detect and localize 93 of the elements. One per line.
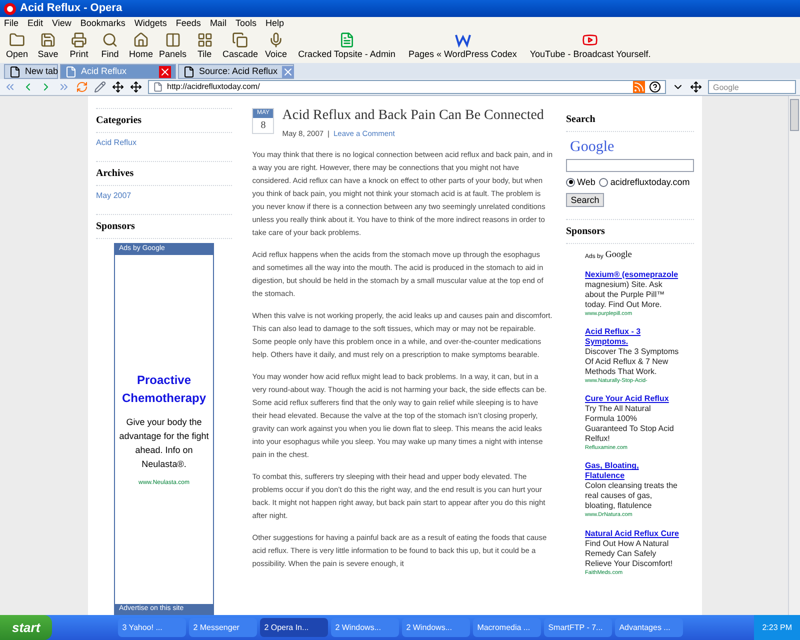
- google-logo: Google: [605, 248, 632, 261]
- toolbar-button[interactable]: Save: [35, 32, 61, 61]
- taskbar-button[interactable]: 2 Messenger: [189, 618, 258, 637]
- section-heading: Sponsors: [96, 214, 232, 239]
- search-icon: [102, 32, 118, 48]
- house-icon: [133, 32, 149, 48]
- start-button[interactable]: start: [0, 615, 52, 640]
- menu-item[interactable]: Bookmarks: [80, 16, 126, 30]
- browser-tab[interactable]: Source: Acid Reflux: [178, 64, 294, 79]
- search-field[interactable]: Google: [708, 80, 796, 94]
- scroll-thumb[interactable]: [790, 99, 799, 131]
- move-icon[interactable]: [130, 81, 142, 93]
- rss-icon[interactable]: [633, 81, 645, 93]
- toolbar-button[interactable]: Print: [66, 32, 92, 61]
- sidebar-link[interactable]: May 2007: [96, 190, 232, 202]
- ad-title[interactable]: Cure Your Acid Reflux: [585, 394, 680, 404]
- taskbar-button[interactable]: 2 Windows...: [402, 618, 470, 637]
- ad-title[interactable]: Natural Acid Reflux Cure: [585, 528, 680, 538]
- menu-item[interactable]: Help: [265, 16, 284, 30]
- close-icon[interactable]: [159, 66, 171, 78]
- browser-tab[interactable]: New tab: [4, 64, 58, 79]
- taskbar-button[interactable]: Macromedia ...: [473, 618, 542, 637]
- fast-forward-icon[interactable]: [58, 81, 70, 93]
- url-text: http://acidrefluxtoday.com/: [167, 81, 261, 93]
- ad-text: Try The All Natural Formula 100% Guaranteed To Stop Acid Relfux!: [585, 404, 675, 444]
- move-icon[interactable]: [112, 81, 124, 93]
- ad-title[interactable]: Nexium® (esomeprazole: [585, 270, 680, 280]
- toolbar-button[interactable]: Open: [4, 32, 30, 61]
- menu-item[interactable]: File: [4, 16, 19, 30]
- menu-item[interactable]: Feeds: [176, 16, 201, 30]
- section-heading: Search: [566, 108, 694, 132]
- pages-icon: [232, 32, 248, 48]
- reload-icon[interactable]: [76, 81, 88, 93]
- section-heading: Archives: [96, 161, 232, 186]
- sidebar-link[interactable]: Acid Reflux: [96, 137, 232, 149]
- page-icon: [9, 66, 21, 78]
- toolbar-button[interactable]: Find: [97, 32, 123, 61]
- move-icon[interactable]: [690, 81, 702, 93]
- folder-icon: [9, 32, 25, 48]
- printer-icon: [71, 32, 87, 48]
- search-button[interactable]: Search: [566, 193, 604, 207]
- taskbar-button[interactable]: SmartFTP - 7...: [544, 618, 612, 637]
- ad-title[interactable]: Acid Reflux - 3 Symptoms.: [585, 326, 680, 347]
- menu-item[interactable]: Edit: [28, 16, 44, 30]
- toolbar-button[interactable]: Home: [128, 32, 154, 61]
- video-icon: [582, 32, 598, 48]
- ad-text: Colon cleansing treats the real causes of gas, bloating, flatulence: [585, 481, 678, 512]
- bookmark-button[interactable]: Cracked Topsite - Admin: [294, 32, 400, 61]
- ad-title[interactable]: Gas, Bloating, Flatulence: [585, 461, 680, 482]
- radio-option[interactable]: Web: [566, 176, 596, 189]
- section-heading: Sponsors: [566, 219, 694, 244]
- grid-icon: [196, 32, 213, 48]
- page-icon: [338, 32, 355, 48]
- day-label: 8: [260, 119, 266, 133]
- opera-logo-icon: [4, 2, 16, 14]
- panels-icon: [164, 32, 181, 48]
- section-heading: Categories: [96, 108, 232, 133]
- menu-item[interactable]: Widgets: [134, 16, 167, 30]
- taskbar-button[interactable]: 2 Windows...: [331, 618, 400, 637]
- microphone-icon: [268, 32, 284, 48]
- ad-text: Give your body the advantage for the fight ahead. Info on Neulasta®.: [119, 416, 209, 470]
- ad-title[interactable]: Proactive Chemotherapy: [119, 370, 209, 406]
- page-icon: [65, 66, 77, 78]
- toolbar-button[interactable]: Voice: [263, 32, 290, 61]
- radio-option[interactable]: acidrefluxtoday.com: [599, 176, 690, 189]
- floppy-icon: [40, 32, 56, 48]
- taskbar-button[interactable]: 3 Yahoo! ...: [118, 618, 186, 637]
- google-logo: Google: [570, 138, 616, 157]
- toolbar-button[interactable]: Panels: [159, 32, 187, 61]
- bookmark-button[interactable]: YouTube - Broadcast Yourself.: [526, 32, 655, 61]
- close-icon[interactable]: [282, 66, 294, 78]
- page-icon: [153, 82, 163, 92]
- pencil-icon[interactable]: [94, 81, 106, 93]
- menu-item[interactable]: Mail: [210, 16, 226, 30]
- ad-text: magnesium) Site. Ask about the Purple Pill™ today. Find Out More.: [585, 280, 666, 310]
- bookmark-button[interactable]: Pages « WordPress Codex: [404, 32, 521, 61]
- menu-item[interactable]: Tools: [235, 16, 256, 30]
- toolbar-button[interactable]: Tile: [192, 32, 218, 61]
- help-icon[interactable]: [649, 81, 661, 93]
- post-title: Acid Reflux and Back Pain Can Be Connected: [282, 108, 544, 124]
- ad-text: Find Out How A Natural Remedy Can Safely Relieve Your Discomfort!: [585, 538, 674, 568]
- toolbar-button[interactable]: Cascade: [222, 32, 258, 61]
- rewind-icon[interactable]: [4, 81, 16, 93]
- page-icon: [183, 66, 195, 78]
- address-field[interactable]: http://acidrefluxtoday.com/: [148, 80, 666, 94]
- ad-text: Discover The 3 Symptoms Of Acid Reflux & 7 New Methods That Work.: [585, 346, 680, 377]
- clock: 2:23 PM: [762, 622, 792, 634]
- taskbar-button[interactable]: 2 Opera In...: [260, 618, 328, 637]
- scrollbar[interactable]: [788, 96, 800, 615]
- taskbar-button[interactable]: Advantages ...: [615, 618, 684, 637]
- window-title: Acid Reflux - Opera: [20, 1, 122, 16]
- menu-item[interactable]: View: [52, 16, 72, 30]
- search-field[interactable]: [566, 158, 694, 172]
